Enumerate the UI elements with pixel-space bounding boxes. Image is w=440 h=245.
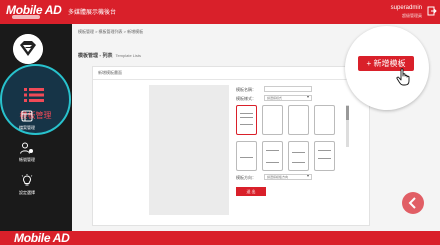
orientation-label: 模板方向： <box>236 175 256 180</box>
panel-tab[interactable]: 新增模板畫面 <box>98 70 122 76</box>
footer: Mobile AD <box>0 231 440 245</box>
layout-label: 模板樣式： <box>236 96 256 101</box>
sidebar-item-settings[interactable]: 設定選擇 <box>0 174 54 196</box>
user-role: 超級管理員 <box>402 13 422 18</box>
layout-select[interactable]: 請選擇樣式 <box>264 95 312 101</box>
sidebar-item-label: 設定選擇 <box>19 190 35 195</box>
superman-shield-icon <box>13 34 43 64</box>
breadcrumb: 模板管理 > 模板管理列表 > 新增模板 <box>78 29 144 34</box>
logo-tagline-bar <box>12 15 40 19</box>
sidebar-item-label: 帳號管理 <box>19 157 35 162</box>
template-option-2[interactable] <box>262 105 283 135</box>
template-option-3[interactable] <box>288 105 309 135</box>
sidebar: 模板管理 檔案管理 帳號管理 設定選擇 <box>0 24 72 231</box>
template-option-8[interactable] <box>314 141 335 171</box>
template-option-6[interactable] <box>262 141 283 171</box>
username: superadmin <box>390 5 422 11</box>
page-subtitle: Template Lists <box>115 53 142 58</box>
template-option-1[interactable] <box>236 105 257 135</box>
user-settings-icon <box>20 142 33 154</box>
user-info[interactable]: superadmin 超級管理員 <box>391 5 422 19</box>
orientation-select[interactable]: 請選擇模板方向 <box>264 174 312 180</box>
app-root: Mobile AD 多媒體展示機後台 superadmin 超級管理員 模板管理… <box>0 0 440 245</box>
template-scroll-thumb[interactable] <box>346 106 349 120</box>
arrow-left-icon <box>408 197 416 209</box>
top-bar: Mobile AD 多媒體展示機後台 superadmin 超級管理員 <box>0 0 440 24</box>
list-icon <box>24 88 44 102</box>
footer-logo: Mobile AD <box>14 231 70 245</box>
template-option-7[interactable] <box>288 141 309 171</box>
template-options <box>236 105 348 171</box>
submit-button[interactable]: 送 出 <box>236 187 266 196</box>
hand-cursor-icon <box>396 68 410 86</box>
page-title-text: 模板管理 - 列表 <box>78 53 113 59</box>
template-preview <box>149 85 229 215</box>
template-option-4[interactable] <box>314 105 335 135</box>
panel-divider <box>93 79 369 80</box>
layout-icon <box>21 110 33 122</box>
app-title: 多媒體展示機後台 <box>68 10 117 16</box>
name-label: 模板名稱： <box>236 87 256 92</box>
logout-icon[interactable] <box>427 6 437 16</box>
sidebar-item-files[interactable]: 檔案管理 <box>0 110 54 131</box>
template-name-input[interactable] <box>264 86 312 92</box>
page-title: 模板管理 - 列表 Template Lists <box>78 52 141 59</box>
back-fab[interactable] <box>402 192 424 214</box>
sidebar-item-label: 檔案管理 <box>19 125 35 130</box>
sidebar-item-accounts[interactable]: 帳號管理 <box>0 142 54 163</box>
template-option-5[interactable] <box>236 141 257 171</box>
bulb-icon <box>21 174 33 186</box>
